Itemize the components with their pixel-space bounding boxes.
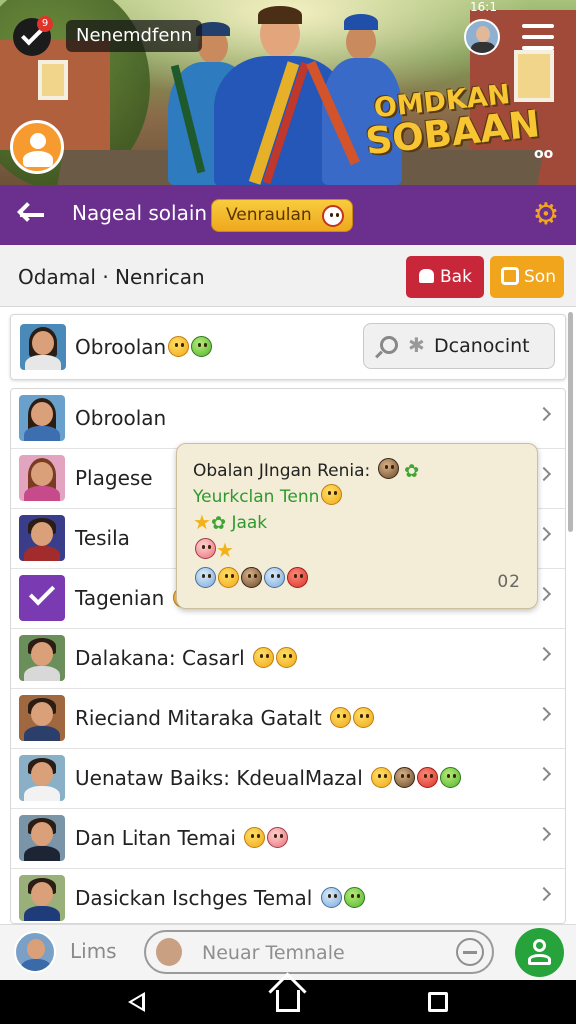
son-button[interactable]: Son [490,256,564,298]
son-label: Son [524,267,556,287]
chevron-right-icon [536,646,552,662]
angry-face-icon [321,205,344,227]
list-item-label: Dasickan Ischges Temal [75,886,365,910]
popup-reaction-row: ★ [193,538,234,562]
sub-header-title: Odamal · Nenrican [18,265,205,289]
gear-icon[interactable]: ⚙ [530,199,562,231]
glasses-icon[interactable]: oo [534,146,553,162]
list-item-label: Rieciand Mitaraka Gatalt [75,706,375,730]
list-item-label: Uenataw Baiks: KdeualMazal [75,766,462,790]
lock-icon [419,269,434,283]
chevron-right-icon [536,526,552,542]
chevron-right-icon [536,586,552,602]
chat-bubble-icon [501,267,519,285]
contact-button[interactable] [515,928,564,977]
pinned-contact-name: Obroolan [75,335,213,359]
bak-label: Bak [440,267,472,287]
menu-hamburger-icon[interactable] [522,22,554,52]
nav-home-icon[interactable] [276,990,300,1012]
my-avatar[interactable] [14,931,56,973]
avatar [19,395,65,441]
person-icon [533,939,546,952]
bak-button[interactable]: Bak [406,256,484,298]
chevron-right-icon [536,406,552,422]
nav-recents-icon[interactable] [428,992,448,1012]
back-arrow-icon[interactable] [16,200,46,230]
chevron-right-icon [536,766,552,782]
message-placeholder: Neuar Temnale [202,942,345,964]
message-input[interactable]: Neuar Temnale [144,930,494,974]
sparkle-icon: ✱ [408,333,425,357]
app-name-label: Nenemdfenn [66,20,203,52]
list-item[interactable]: Rieciand Mitaraka Gatalt [11,689,565,749]
list-item[interactable]: Dan Litan Temai [11,809,565,869]
chat-header: Nageal solain Venraulan ⚙ [0,185,576,245]
search-value: Dcanocint [434,335,530,357]
popup-emoji-row [193,567,308,590]
banner-window [38,60,68,100]
popup-count: 02 [497,572,521,592]
search-icon [380,336,398,354]
avatar [19,695,65,741]
avatar [19,515,65,561]
avatar [20,324,66,370]
list-item-label: Tesila [75,526,130,550]
venraulan-pill-button[interactable]: Venraulan [211,199,353,232]
list-item[interactable]: Dalakana: Casarl [11,629,565,689]
avatar [19,455,65,501]
popup-line-2: Yeurkclan Tenn [193,484,343,507]
profile-button[interactable] [10,120,64,174]
chevron-right-icon [536,826,552,842]
list-item-label: Plagese [75,466,153,490]
search-input[interactable]: ✱ Dcanocint [363,323,555,369]
pinned-contact-row[interactable]: Obroolan ✱ Dcanocint [10,314,566,380]
avatar [19,875,65,921]
avatar [19,755,65,801]
list-item-label: Obroolan [75,406,167,430]
list-item[interactable]: Uenataw Baiks: KdeualMazal [11,749,565,809]
status-time: 16:1 [470,0,497,14]
chevron-right-icon [536,466,552,482]
top-user-avatar[interactable] [464,19,500,55]
checkbox-icon [19,575,65,621]
sub-header: Odamal · Nenrican Bak Son [0,245,576,307]
list-item-label: Dalakana: Casarl [75,646,298,670]
scrollbar[interactable] [568,312,573,532]
header-title: Nageal solain [72,201,208,225]
game-title-logo: OMDKAN SOBAAN [363,79,542,164]
emoji-icon[interactable] [456,938,484,966]
my-name: Lims [70,939,117,963]
nav-back-icon[interactable] [128,992,145,1012]
list-item[interactable]: Dasickan Ischges Temal [11,869,565,923]
notifications-button[interactable]: 9 [13,16,53,56]
popup-line-1: Obalan JIngan Renia: ✿ [193,458,419,482]
notification-count-badge: 9 [37,16,53,32]
list-item[interactable]: Obroolan [11,389,565,449]
pill-label: Venraulan [226,205,312,225]
avatar [19,815,65,861]
mini-avatar-icon [156,938,182,966]
person-icon [30,133,46,149]
list-item-label: Dan Litan Temai [75,826,289,850]
message-composer: Lims Neuar Temnale [0,924,576,980]
chevron-right-icon [536,886,552,902]
system-nav-bar [0,980,576,1024]
hero-banner: 9 Nenemdfenn 16:1 OMDKAN SOBAAN oo [0,0,576,185]
popup-line-3: ★✿ Jaak [193,510,268,534]
chevron-right-icon [536,706,552,722]
message-preview-popup[interactable]: Obalan JIngan Renia: ✿ Yeurkclan Tenn ★✿… [176,443,538,609]
avatar [19,635,65,681]
